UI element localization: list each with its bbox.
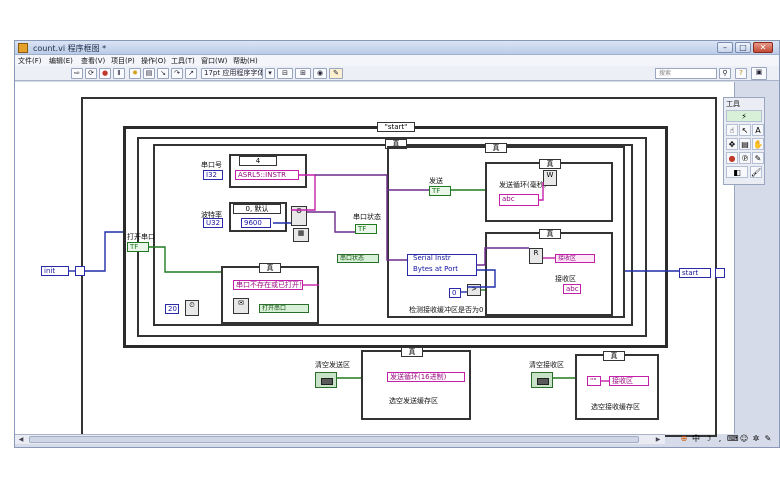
position-tool-icon[interactable]: ↖ <box>739 124 751 136</box>
brush-icon[interactable]: 🖌 <box>750 166 762 178</box>
ime-logo-icon[interactable]: ⊕ <box>679 434 689 444</box>
text-tool-icon[interactable]: A <box>752 124 764 136</box>
tools-palette[interactable]: 工具 ⚡ ☝ ↖ A ✥ ▤ ✋ ● ℗ ✎ ◧ 🖌 <box>723 97 765 185</box>
menu-window[interactable]: 窗口(W) <box>201 56 227 66</box>
reorder-icon[interactable]: ◉ <box>313 68 327 79</box>
horizontal-scrollbar[interactable]: ◀ ▶ <box>15 434 665 444</box>
menu-view[interactable]: 查看(V) <box>81 56 105 66</box>
wire-resource <box>291 174 316 211</box>
wire-visa-to-property <box>386 190 407 261</box>
tools-palette-title: 工具 <box>726 100 740 108</box>
menu-tools[interactable]: 工具(T) <box>171 56 195 66</box>
probe-tool-icon[interactable]: ℗ <box>739 152 751 164</box>
wire-init-to-case <box>85 231 123 272</box>
ime-keyboard-icon[interactable]: ⌨ <box>727 434 739 444</box>
color-copy-tool-icon[interactable]: ✎ <box>752 152 764 164</box>
minimize-button[interactable]: – <box>717 42 733 53</box>
menu-file[interactable]: 文件(F) <box>18 56 42 66</box>
operate-tool-icon[interactable]: ☝ <box>726 124 738 136</box>
search-icon[interactable]: ⚲ <box>719 68 731 79</box>
abort-icon[interactable]: ● <box>99 68 111 79</box>
labview-window: count.vi 程序框图 * – □ ✕ 文件(F) 编辑(E) 查看(V) … <box>14 40 780 448</box>
ime-toolbar: ⊕ 中 ☽ , ⌨ ☺ ✲ ✎ <box>679 433 779 445</box>
run-arrow-icon[interactable]: ⇨ <box>71 68 83 79</box>
highlight-execution-icon[interactable]: ✹ <box>129 68 141 79</box>
ime-settings-icon[interactable]: ✲ <box>751 434 761 444</box>
font-dropdown-icon[interactable]: ▾ <box>265 68 275 79</box>
run-continuous-icon[interactable]: ⟳ <box>85 68 97 79</box>
step-into-icon[interactable]: ↘ <box>157 68 169 79</box>
search-input[interactable]: 搜索 <box>655 68 717 79</box>
wire-bytes <box>467 269 496 288</box>
menu-help[interactable]: 帮助(H) <box>233 56 258 66</box>
title-bar[interactable]: count.vi 程序框图 * – □ ✕ <box>15 41 779 55</box>
help-icon[interactable]: ? <box>735 68 747 79</box>
wire-visa-to-read <box>477 247 529 266</box>
ime-tool-icon[interactable]: ✎ <box>763 434 773 444</box>
distribute-objects-icon[interactable]: ⊞ <box>295 68 311 79</box>
ime-moon-icon[interactable]: ☽ <box>703 434 713 444</box>
ime-chinese-icon[interactable]: 中 <box>691 434 701 444</box>
wire-tool-icon[interactable]: ✥ <box>726 138 738 150</box>
wire-open-port-bool <box>149 246 221 273</box>
shortcut-menu-tool-icon[interactable]: ▤ <box>739 138 751 150</box>
toolbar: ⇨ ⟳ ● Ⅱ ✹ ▤ ↘ ↷ ↗ 17pt 应用程序字体 ▾ ⊟ ⊞ ◉ ✎ … <box>15 66 779 81</box>
step-out-icon[interactable]: ↗ <box>185 68 197 79</box>
window-title: count.vi 程序框图 * <box>33 44 107 53</box>
menu-edit[interactable]: 编辑(E) <box>49 56 73 66</box>
breakpoint-tool-icon[interactable]: ● <box>726 152 738 164</box>
pause-icon[interactable]: Ⅱ <box>113 68 125 79</box>
scroll-left-icon[interactable]: ◀ <box>16 435 26 444</box>
vi-icon[interactable]: ▣ <box>751 67 767 80</box>
wire-visa-ref-2 <box>315 174 388 190</box>
auto-tool-icon[interactable]: ⚡ <box>726 110 762 122</box>
wire-write-buffer <box>539 182 544 201</box>
align-objects-icon[interactable]: ⊟ <box>277 68 293 79</box>
ime-punct-icon[interactable]: , <box>715 434 725 444</box>
step-over-icon[interactable]: ↷ <box>171 68 183 79</box>
scroll-tool-icon[interactable]: ✋ <box>752 138 764 150</box>
retain-wire-values-icon[interactable]: ▤ <box>143 68 155 79</box>
cleanup-diagram-icon[interactable]: ✎ <box>329 68 343 79</box>
menu-operate[interactable]: 操作(O) <box>141 56 166 66</box>
scroll-right-icon[interactable]: ▶ <box>653 435 663 444</box>
close-button[interactable]: ✕ <box>753 42 773 53</box>
menu-project[interactable]: 项目(P) <box>111 56 135 66</box>
labview-app-icon <box>18 43 28 53</box>
ime-user-icon[interactable]: ☺ <box>739 434 749 444</box>
wires-layer <box>69 174 679 382</box>
scroll-thumb[interactable] <box>29 436 639 443</box>
menu-bar: 文件(F) 编辑(E) 查看(V) 项目(P) 操作(O) 工具(T) 窗口(W… <box>15 55 779 66</box>
screen: count.vi 程序框图 * – □ ✕ 文件(F) 编辑(E) 查看(V) … <box>0 0 780 487</box>
color-tool-icon[interactable]: ◧ <box>726 166 748 178</box>
wire-visa-ref <box>307 211 355 233</box>
block-diagram-canvas[interactable]: "start" 真 串口号 4 ASRL5::INSTR I32 波特率 0, … <box>15 82 735 437</box>
maximize-button[interactable]: □ <box>735 42 751 53</box>
font-selector[interactable]: 17pt 应用程序字体 <box>201 68 263 79</box>
